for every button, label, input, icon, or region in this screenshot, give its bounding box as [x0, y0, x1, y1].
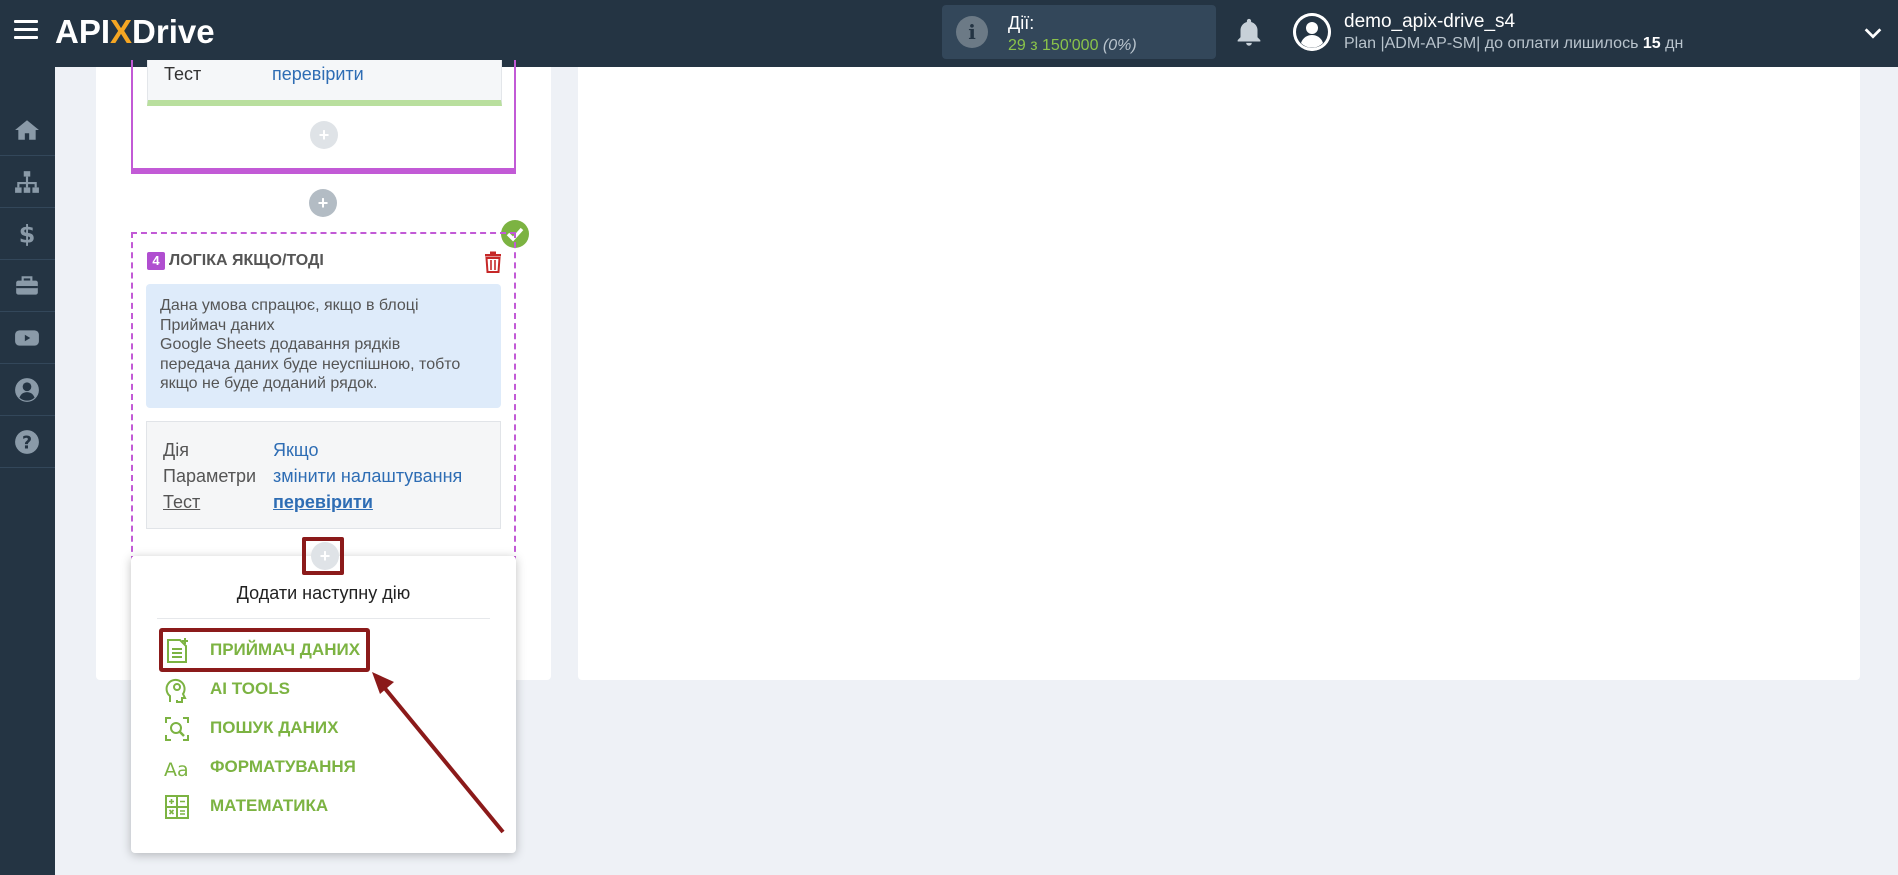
- settings-panel: [578, 67, 1860, 680]
- youtube-icon: [15, 330, 39, 346]
- block-3-test-label: Тест: [164, 64, 202, 84]
- actions-counter[interactable]: i Дії: 29 з 150'000 (0%): [942, 5, 1216, 59]
- add-next-action-button-highlight: +: [302, 537, 344, 575]
- bell-icon[interactable]: [1232, 16, 1266, 50]
- add-between-button[interactable]: +: [309, 189, 337, 217]
- block-4-title: ЛОГІКА ЯКЩО/ТОДІ: [169, 252, 324, 269]
- sidebar-item-connections[interactable]: [0, 156, 55, 208]
- description-line: Дана умова спрацює, якщо в блоці: [160, 297, 419, 314]
- logo-x-text: X: [110, 13, 133, 50]
- sitemap-icon: [15, 171, 39, 193]
- menu-item-label: ПОШУК ДАНИХ: [210, 718, 339, 737]
- dropdown-title: Додати наступну дію: [236, 583, 411, 603]
- block-4-logic[interactable]: 4 ЛОГІКА ЯКЩО/ТОДІ Дана умова спрацює, як…: [131, 232, 516, 562]
- row-label: Тест: [163, 492, 201, 512]
- sidebar-item-billing[interactable]: $: [0, 208, 55, 260]
- block-3-test-row: Тест перевірити: [147, 60, 502, 106]
- format-icon: Aa: [164, 759, 189, 781]
- change-settings-link[interactable]: змінити налаштування: [273, 466, 462, 486]
- annotation-arrow-icon: [372, 672, 505, 834]
- test-link[interactable]: перевірити: [273, 492, 373, 512]
- block-number-badge: 4: [147, 252, 165, 270]
- description-line: передача даних буде неуспішною, тобто: [160, 355, 461, 373]
- block-3-add-inner-button[interactable]: +: [310, 121, 338, 149]
- menu-item-label: AI TOOLS: [210, 679, 290, 698]
- chevron-down-icon[interactable]: [1862, 22, 1884, 44]
- description-line: Google Sheets додавання рядків: [160, 336, 401, 353]
- trash-icon[interactable]: [483, 251, 503, 273]
- svg-text:$: $: [19, 221, 36, 247]
- calculator-icon: [165, 795, 189, 819]
- briefcase-icon: [16, 276, 38, 295]
- dollar-icon: $: [19, 221, 36, 247]
- info-icon: i: [956, 16, 988, 48]
- data-receiver-highlight: [159, 628, 370, 672]
- actions-label: Дії:: [1008, 13, 1035, 33]
- sidebar-item-video[interactable]: [0, 312, 55, 364]
- actions-value: 29 з 150'000 (0%): [1008, 37, 1137, 54]
- user-icon: [15, 378, 39, 402]
- menu-item-ai-tools[interactable]: AI TOOLS: [163, 675, 363, 703]
- block-3: Тест перевірити +: [131, 60, 516, 174]
- search-data-icon: [165, 717, 189, 741]
- menu-item-label: МАТЕМАТИКА: [210, 796, 329, 815]
- menu-icon[interactable]: [14, 20, 38, 44]
- sidebar-item-help[interactable]: ?: [0, 416, 55, 468]
- row-label: Дія: [163, 440, 189, 460]
- table-row-action: Дія Якщо: [163, 440, 319, 461]
- add-next-action-button[interactable]: +: [311, 542, 339, 570]
- top-bar: APIXDrive i Дії: 29 з 150'000 (0%) demo_…: [0, 0, 1898, 67]
- description-line: якщо не буде доданий рядок.: [160, 375, 378, 392]
- table-row-test: Тест перевірити: [163, 492, 373, 513]
- table-row-parameters: Параметри змінити налаштування: [163, 466, 462, 487]
- menu-item-formatting[interactable]: Aa ФОРМАТУВАННЯ: [163, 753, 363, 781]
- menu-item-data-search[interactable]: ПОШУК ДАНИХ: [163, 714, 363, 742]
- action-link[interactable]: Якщо: [273, 440, 319, 460]
- row-label: Параметри: [163, 466, 257, 486]
- svg-text:Aa: Aa: [164, 759, 189, 781]
- block-3-test-link[interactable]: перевірити: [272, 64, 364, 85]
- help-icon: ?: [15, 430, 39, 454]
- logo-drive-text: Drive: [132, 13, 215, 50]
- menu-item-math[interactable]: МАТЕМАТИКА: [163, 792, 363, 820]
- svg-text:?: ?: [22, 434, 32, 454]
- block-4-header: 4 ЛОГІКА ЯКЩО/ТОДІ: [147, 252, 324, 272]
- description-line: Приймач даних: [160, 316, 275, 334]
- block-4-description: Дана умова спрацює, якщо в блоці Приймач…: [146, 284, 501, 408]
- username[interactable]: demo_apix-drive_s4: [1344, 11, 1515, 33]
- logo[interactable]: APIXDrive: [55, 10, 215, 54]
- menu-item-label: ФОРМАТУВАННЯ: [210, 757, 356, 776]
- plan-info: Plan |ADM-AP-SM| до оплати лишилось 15 д…: [1344, 35, 1684, 52]
- divider: [157, 618, 490, 619]
- logo-api-text: API: [55, 13, 111, 50]
- sidebar-item-tools[interactable]: [0, 260, 55, 312]
- avatar[interactable]: [1293, 13, 1331, 51]
- sidebar: $ ?: [0, 67, 55, 875]
- sidebar-item-profile[interactable]: [0, 364, 55, 416]
- block-4-settings-table: Дія Якщо Параметри змінити налаштування Те…: [146, 421, 501, 529]
- user-avatar-icon: [1293, 13, 1331, 51]
- ai-head-icon: [165, 678, 187, 703]
- sidebar-item-home[interactable]: [0, 104, 55, 156]
- home-icon: [15, 120, 39, 140]
